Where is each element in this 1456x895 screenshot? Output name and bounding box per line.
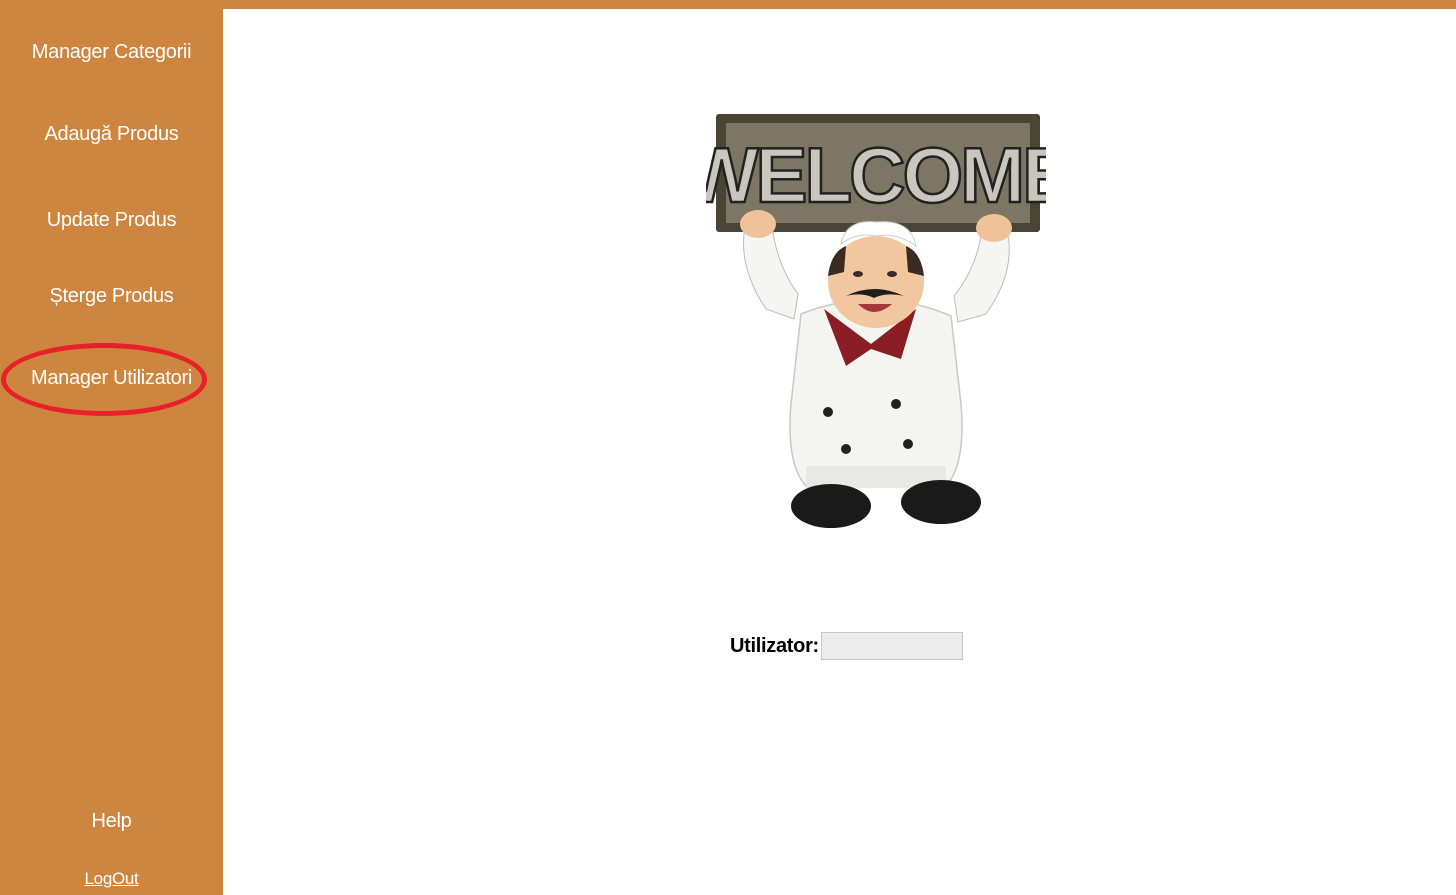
help-link[interactable]: Help xyxy=(0,809,223,833)
user-login-row: Utilizator: xyxy=(730,631,963,661)
logout-link[interactable]: LogOut xyxy=(0,867,223,891)
welcome-chef-image: WELCOME xyxy=(706,114,1046,528)
sidebar: Manager Categorii Adaugă Produs Update P… xyxy=(0,0,223,895)
sidebar-item-update-produs[interactable]: Update Produs xyxy=(0,208,223,232)
sidebar-item-manager-categorii[interactable]: Manager Categorii xyxy=(0,40,223,64)
main-content: WELCOME xyxy=(223,9,1456,895)
user-label: Utilizator: xyxy=(730,634,819,657)
user-input[interactable] xyxy=(820,632,963,660)
app-window: Manager Categorii Adaugă Produs Update P… xyxy=(0,0,1456,895)
sidebar-item-adauga-produs[interactable]: Adaugă Produs xyxy=(0,122,223,146)
svg-text:WELCOME: WELCOME xyxy=(706,131,1046,219)
sidebar-item-manager-utilizatori[interactable]: Manager Utilizatori xyxy=(0,366,223,390)
sidebar-item-sterge-produs[interactable]: Șterge Produs xyxy=(0,284,223,308)
